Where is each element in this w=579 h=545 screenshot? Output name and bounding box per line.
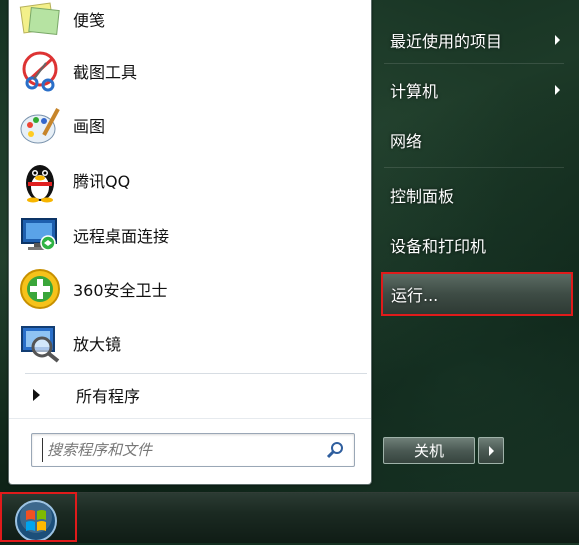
right-divider (384, 167, 564, 168)
all-programs-button[interactable]: 所有程序 (19, 380, 367, 410)
computer-label: 计算机 (390, 82, 439, 101)
devices-printers-label: 设备和打印机 (390, 237, 487, 256)
program-item-qq[interactable]: 腾讯QQ (15, 155, 363, 205)
menu-item-run[interactable]: 运行... (381, 272, 573, 316)
chevron-right-icon (555, 85, 560, 95)
search-box[interactable] (31, 433, 355, 467)
snipping-tool-icon (15, 48, 65, 94)
program-label: 远程桌面连接 (73, 227, 170, 246)
programs-divider (25, 373, 367, 374)
search-divider (9, 418, 371, 419)
program-label: 截图工具 (73, 63, 138, 82)
network-label: 网络 (390, 132, 423, 151)
qq-penguin-icon (15, 157, 65, 203)
start-menu-programs-pane: 便笺 截图工具 画图 腾讯QQ 远程桌面连接 360安全卫士 放大镜 所有程序 … (8, 0, 372, 485)
menu-item-network[interactable]: 网络 (380, 122, 570, 158)
control-panel-label: 控制面板 (390, 187, 455, 206)
right-divider (384, 63, 564, 64)
search-input[interactable] (42, 438, 319, 462)
menu-item-computer[interactable]: 计算机 (380, 72, 570, 108)
taskbar (0, 492, 579, 543)
start-button-highlight (0, 492, 77, 542)
program-item-magnifier[interactable]: 放大镜 (15, 318, 363, 368)
program-item-sticky-notes[interactable]: 便笺 (15, 0, 363, 44)
remote-desktop-icon (15, 212, 65, 258)
shutdown-button[interactable]: 关机 (383, 437, 475, 464)
program-label: 360安全卫士 (73, 281, 168, 300)
program-label: 便笺 (73, 11, 106, 30)
search-icon[interactable] (326, 440, 346, 460)
menu-item-recent-items[interactable]: 最近使用的项目 (380, 22, 570, 58)
program-item-snipping-tool[interactable]: 截图工具 (15, 46, 363, 96)
paint-icon (15, 102, 65, 148)
recent-items-label: 最近使用的项目 (390, 32, 503, 51)
arrow-right-icon (33, 389, 40, 401)
menu-item-devices-printers[interactable]: 设备和打印机 (380, 227, 570, 263)
chevron-right-icon (555, 35, 560, 45)
sticky-notes-icon (15, 0, 65, 42)
arrow-right-icon (488, 445, 494, 456)
program-item-360-security[interactable]: 360安全卫士 (15, 264, 363, 314)
magnifier-icon (15, 320, 65, 366)
program-label: 画图 (73, 117, 106, 136)
program-item-paint[interactable]: 画图 (15, 100, 363, 150)
program-label: 腾讯QQ (73, 172, 131, 191)
program-label: 放大镜 (73, 335, 122, 354)
run-label: 运行... (391, 286, 439, 305)
shutdown-options-button[interactable] (478, 437, 504, 464)
all-programs-label: 所有程序 (76, 387, 141, 406)
360-security-icon (15, 266, 65, 312)
menu-item-control-panel[interactable]: 控制面板 (380, 177, 570, 213)
shutdown-controls: 关机 (383, 437, 504, 464)
program-item-remote-desktop[interactable]: 远程桌面连接 (15, 210, 363, 260)
